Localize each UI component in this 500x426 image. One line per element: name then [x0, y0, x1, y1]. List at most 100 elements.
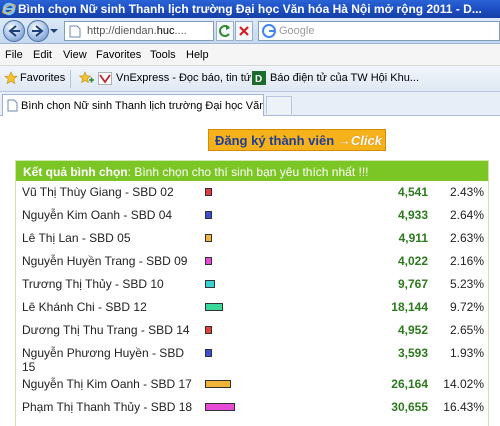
stop-button[interactable] — [235, 21, 253, 41]
google-icon — [262, 24, 276, 38]
address-toolbar: http://diendan.huc.... Google — [0, 18, 500, 44]
menu-file[interactable]: File — [5, 49, 23, 61]
candidate-name: Trương Thị Thủy - SBD 10 — [22, 277, 164, 291]
candidate-name: Lê Khánh Chi - SBD 12 — [22, 300, 147, 314]
vote-share-bar — [205, 303, 223, 311]
window-title-bar: Bình chọn Nữ sinh Thanh lịch trường Đại … — [0, 0, 500, 18]
candidate-row: Lê Thị Lan - SBD 05 4,911 2.63% — [16, 228, 490, 250]
tab-active[interactable]: Bình chọn Nữ sinh Thanh lịch trường Đại … — [2, 94, 264, 116]
candidate-row: Nguyễn Huyền Trang - SBD 09 4,022 2.16% — [16, 251, 490, 273]
vnexpress-site-icon — [98, 72, 112, 85]
vote-share-bar — [205, 257, 212, 265]
favorites-star-icon — [4, 71, 18, 85]
vote-count: 4,541 — [397, 185, 428, 199]
url-prefix: http://diendan. — [87, 25, 157, 37]
candidate-row: Nguyễn Kim Oanh - SBD 04 4,933 2.64% — [16, 205, 490, 227]
vote-percent: 2.16% — [449, 254, 484, 268]
close-icon — [239, 26, 249, 36]
vote-percent: 2.64% — [449, 208, 484, 222]
menu-view[interactable]: View — [63, 49, 87, 61]
register-label: Đăng ký thành viên — [215, 133, 335, 148]
favorite-link-vnexpress[interactable]: VnExpress - Đọc báo, tin tứ... — [116, 72, 260, 84]
register-button[interactable]: Đăng ký thành viên →Click — [208, 129, 386, 151]
vote-share-bar — [205, 349, 212, 357]
poll-subtitle: : Bình chọn cho thí sinh bạn yêu thích n… — [127, 165, 369, 179]
history-dropdown-icon[interactable] — [50, 27, 58, 35]
url-domain: huc — [156, 25, 175, 37]
vote-percent: 2.65% — [449, 323, 484, 337]
internet-explorer-icon — [2, 2, 16, 16]
vote-percent: 1.93% — [449, 346, 484, 360]
vote-count: 3,593 — [397, 346, 428, 360]
window-title: Bình chọn Nữ sinh Thanh lịch trường Đại … — [18, 2, 482, 16]
menu-edit[interactable]: Edit — [33, 49, 52, 61]
tab-bar: Bình chọn Nữ sinh Thanh lịch trường Đại … — [0, 92, 500, 116]
menu-bar: File Edit View Favorites Tools Help — [0, 44, 500, 66]
dantri-site-icon: D — [252, 71, 266, 85]
forward-button[interactable] — [27, 20, 49, 42]
vote-percent: 5.23% — [449, 277, 484, 291]
back-arrow-icon — [8, 25, 20, 37]
back-button[interactable] — [3, 20, 25, 42]
candidate-name: Dương Thị Thu Trang - SBD 14 — [22, 323, 190, 337]
vote-percent: 2.43% — [449, 185, 484, 199]
svg-text:D: D — [255, 74, 262, 85]
poll-header: Kết quả bình chọn: Bình chọn cho thí sin… — [16, 161, 488, 181]
vote-count: 26,164 — [391, 377, 428, 391]
poll-results-panel: Kết quả bình chọn: Bình chọn cho thí sin… — [15, 160, 489, 426]
search-placeholder: Google — [279, 25, 315, 37]
candidate-row: Phạm Thị Thanh Thủy - SBD 18 30,655 16.43% — [16, 397, 490, 419]
candidate-row: Dương Thị Thu Trang - SBD 14 4,952 2.65% — [16, 320, 490, 342]
tab-label: Bình chọn Nữ sinh Thanh lịch trường Đại … — [21, 100, 264, 112]
vote-share-bar — [205, 326, 212, 334]
candidate-row: Lê Khánh Chi - SBD 12 18,144 9.72% — [16, 297, 490, 319]
vote-count: 18,144 — [391, 300, 428, 314]
favorites-bar: Favorites VnExpress - Đọc báo, tin tứ...… — [0, 66, 500, 92]
candidate-name: Lê Thị Lan - SBD 05 — [22, 231, 131, 245]
page-icon — [7, 99, 18, 112]
vote-percent: 14.02% — [443, 377, 484, 391]
candidate-name: Vũ Thị Thùy Giang - SBD 02 — [22, 185, 174, 199]
candidate-name: Nguyễn Huyền Trang - SBD 09 — [22, 254, 188, 268]
vote-count: 4,952 — [397, 323, 428, 337]
vote-percent: 16.43% — [443, 400, 484, 414]
page-icon — [69, 25, 81, 38]
search-input[interactable]: Google — [258, 21, 500, 41]
vote-share-bar — [205, 280, 215, 288]
new-tab-button[interactable] — [266, 96, 292, 114]
vote-count: 4,933 — [397, 208, 428, 222]
favorites-separator — [70, 70, 71, 88]
add-favorite-icon[interactable] — [78, 71, 94, 85]
register-click-label: →Click — [337, 133, 382, 148]
candidate-row: Nguyễn Thị Kim Oanh - SBD 17 26,164 14.02% — [16, 374, 490, 396]
favorites-button[interactable]: Favorites — [20, 72, 65, 84]
refresh-button[interactable] — [216, 21, 234, 41]
candidate-row: Vũ Thị Thùy Giang - SBD 02 4,541 2.43% — [16, 182, 490, 204]
candidate-name: Nguyễn Kim Oanh - SBD 04 — [22, 208, 173, 222]
candidate-name: Nguyễn Phương Huyền - SBD 15 — [22, 346, 184, 374]
address-bar[interactable]: http://diendan.huc.... — [64, 21, 214, 41]
url-suffix: .... — [174, 25, 187, 37]
vote-count: 4,911 — [398, 231, 428, 245]
favorite-link-dantri[interactable]: Báo điện tử của TW Hội Khu... — [270, 72, 419, 84]
candidate-row: Nguyễn Phương Huyền - SBD 15 3,593 1.93% — [16, 343, 490, 374]
vote-count: 4,022 — [397, 254, 428, 268]
vote-count: 9,767 — [397, 277, 428, 291]
menu-tools[interactable]: Tools — [150, 49, 176, 61]
poll-title: Kết quả bình chọn — [23, 165, 128, 179]
page-content: Đăng ký thành viên →Click Kết quả bình c… — [0, 117, 500, 426]
vote-count: 30,655 — [391, 400, 428, 414]
menu-help[interactable]: Help — [186, 49, 209, 61]
candidate-name: Phạm Thị Thanh Thủy - SBD 18 — [22, 400, 193, 414]
forward-arrow-icon — [32, 25, 44, 37]
vote-share-bar — [205, 211, 212, 219]
vote-share-bar — [205, 234, 212, 242]
vote-share-bar — [205, 188, 212, 196]
vote-percent: 9.72% — [449, 300, 484, 314]
vote-share-bar — [205, 403, 235, 411]
vote-percent: 2.63% — [449, 231, 484, 245]
candidate-name: Nguyễn Thị Kim Oanh - SBD 17 — [22, 377, 192, 391]
vote-share-bar — [205, 380, 231, 388]
menu-favorites[interactable]: Favorites — [96, 49, 141, 61]
refresh-icon — [219, 25, 230, 37]
